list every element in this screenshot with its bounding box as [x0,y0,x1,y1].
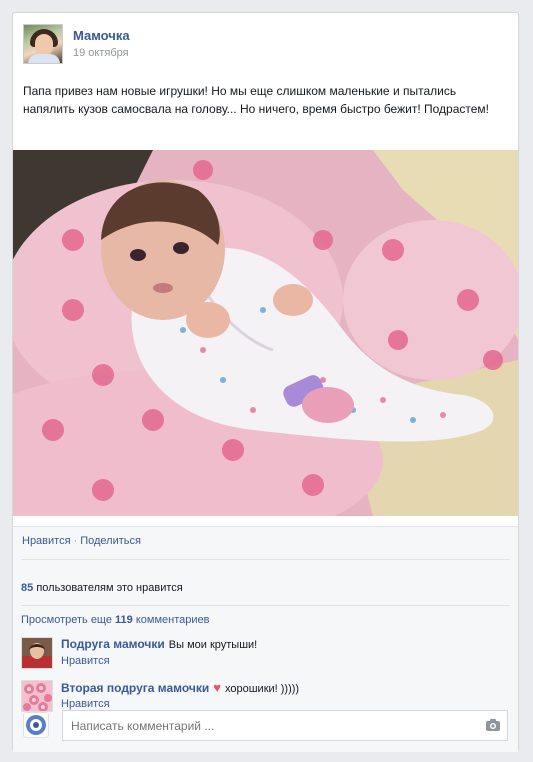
comment-author[interactable]: Вторая подруга мамочки ♥ хорошики! ))))) [61,680,299,695]
comments-count: 119 [115,614,133,626]
divider [21,559,510,560]
camera-icon[interactable] [485,718,501,732]
commenter-avatar[interactable] [21,637,53,669]
share-link[interactable]: Поделиться [80,535,141,547]
commenter-avatar[interactable] [21,680,53,712]
likes-text: пользователям это нравится [36,582,183,594]
comment-author-name[interactable]: Вторая подруга мамочки [61,681,209,695]
view-more-suffix: комментариев [135,614,210,626]
heart-emoji-icon: ♥ [213,680,221,695]
divider [21,605,510,606]
comment-like-link[interactable]: Нравится [61,698,110,710]
action-separator: · [73,535,78,547]
comment-like-link[interactable]: Нравится [61,655,110,667]
author-name[interactable]: Мамочка [73,28,130,43]
post-card: Мамочка 19 октября Папа привез нам новые… [12,12,519,752]
view-more-comments[interactable]: Просмотреть еще 119 комментариев [21,614,210,626]
likes-count[interactable]: 85 [21,582,33,594]
post-text: Папа привез нам новые игрушки! Но мы еще… [23,84,489,116]
post-actions: Нравится · Поделиться [22,535,141,547]
view-more-prefix: Просмотреть еще [21,614,112,626]
comment-text: хорошики! ))))) [225,683,300,695]
comment-author[interactable]: Подруга мамочки Вы мои крутыши! [61,637,257,651]
author-avatar[interactable] [23,24,63,64]
likes-summary[interactable]: 85 пользователям это нравится [21,582,183,594]
comment-author-name[interactable]: Подруга мамочки [61,637,165,651]
post-photo[interactable] [13,150,518,516]
comment-input[interactable] [62,710,508,741]
post-date[interactable]: 19 октября [73,47,129,59]
comment-text: Вы мои крутыши! [168,639,258,651]
composer-avatar [23,712,49,738]
like-link[interactable]: Нравится [22,535,71,547]
